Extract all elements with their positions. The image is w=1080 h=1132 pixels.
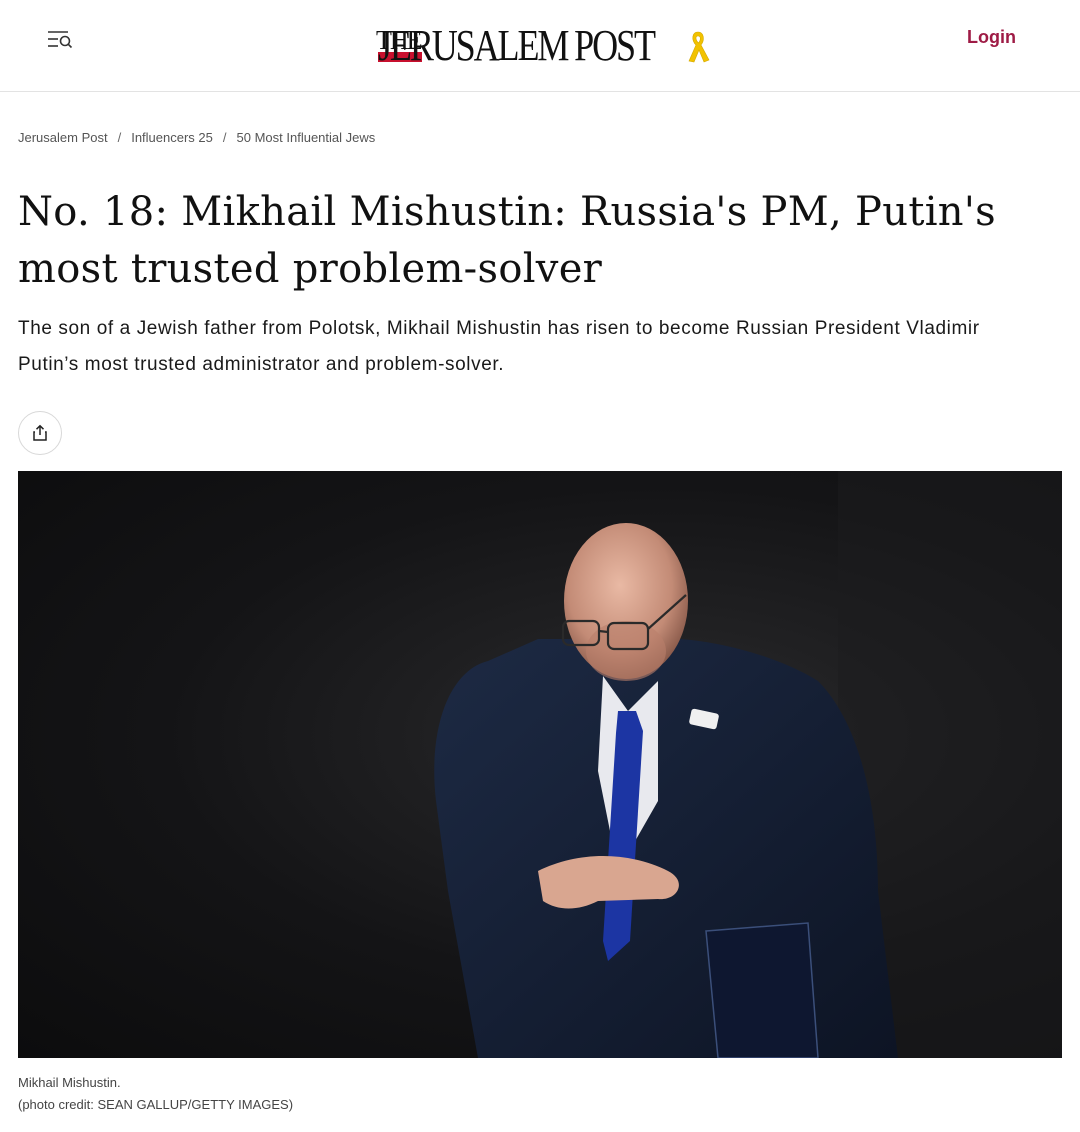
breadcrumb-item-most-influential[interactable]: 50 Most Influential Jews: [237, 130, 376, 145]
breadcrumb-separator: /: [222, 130, 227, 145]
share-button[interactable]: [18, 411, 62, 455]
share-icon: [33, 424, 47, 441]
photo-caption: Mikhail Mishustin. (photo credit: SEAN G…: [18, 1072, 293, 1116]
photo-caption-text: Mikhail Mishustin.: [18, 1075, 121, 1090]
login-link[interactable]: Login: [967, 27, 1016, 48]
article-headline: No. 18: Mikhail Mishustin: Russia's PM, …: [18, 189, 996, 292]
article-photo: [18, 471, 1062, 1058]
yellow-ribbon-icon: [688, 31, 710, 63]
article-subhead: The son of a Jewish father from Polotsk,…: [18, 318, 980, 375]
breadcrumb-item-jerusalem-post[interactable]: Jerusalem Post: [18, 130, 108, 145]
menu-search-icon[interactable]: [44, 24, 78, 56]
breadcrumb-item-influencers[interactable]: Influencers 25: [131, 130, 213, 145]
breadcrumb: Jerusalem Post / Influencers 25 / 50 Mos…: [18, 130, 375, 145]
logo-wordmark: JERUSALEM POST: [378, 21, 656, 70]
breadcrumb-separator: /: [117, 130, 122, 145]
site-logo[interactable]: THE JERUSALEM POST: [376, 21, 710, 72]
photo-credit: (photo credit: SEAN GALLUP/GETTY IMAGES): [18, 1097, 294, 1112]
site-header: THE JERUSALEM POST Login: [0, 0, 1080, 92]
